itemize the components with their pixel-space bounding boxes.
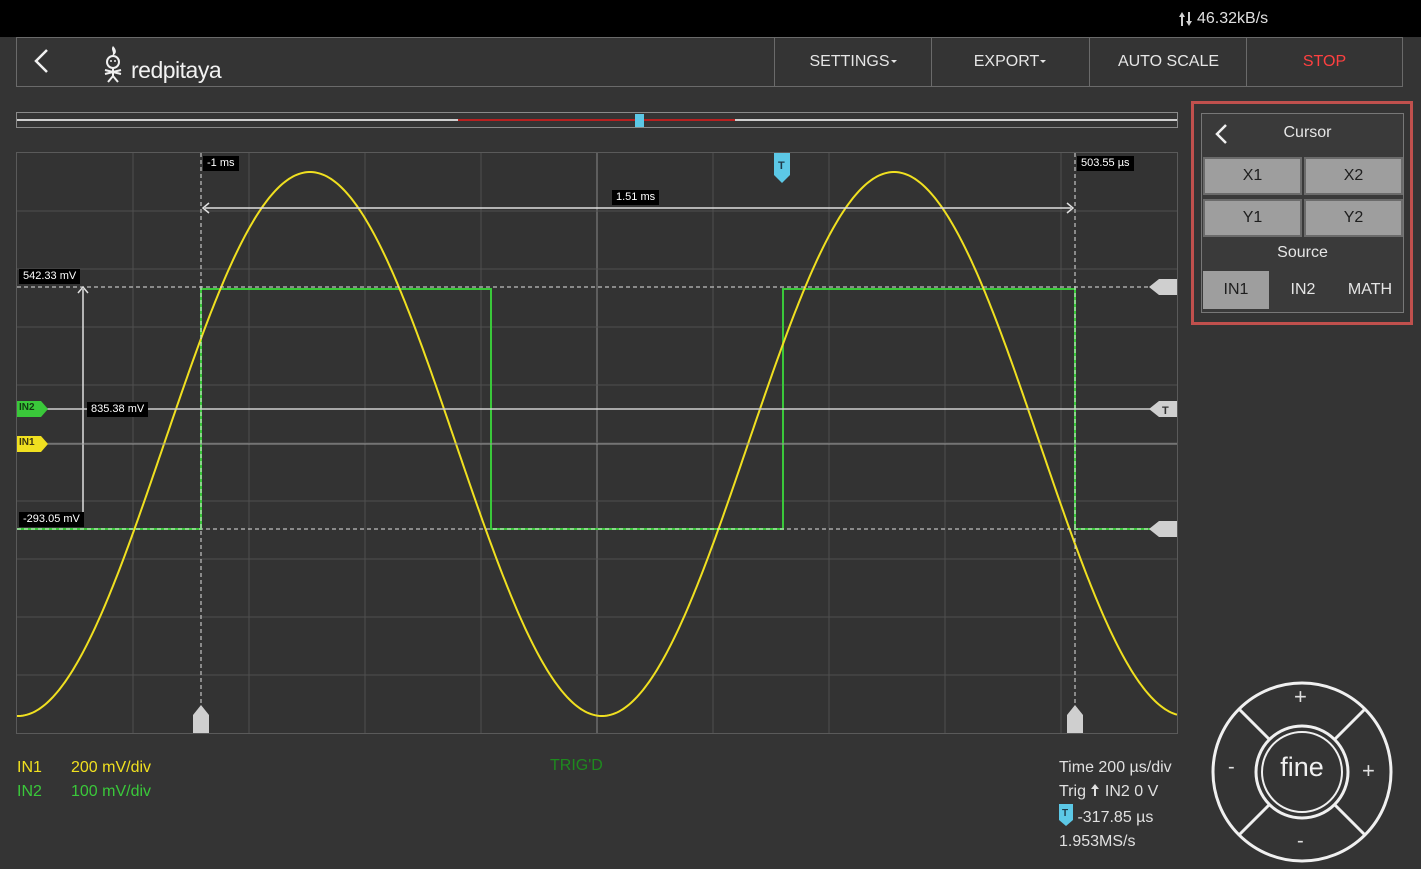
slider-view-window	[458, 119, 735, 121]
cursor-x2-button[interactable]: X2	[1304, 157, 1403, 195]
in1-scale-row[interactable]: IN1 200 mV/div	[17, 756, 151, 780]
dial-up-plus-button[interactable]: +	[1294, 684, 1307, 710]
caret-down-icon	[1040, 60, 1047, 63]
trigger-offset: -317.85 µs	[1077, 809, 1154, 826]
cursor-y2-label: -293.05 mV	[19, 512, 84, 527]
trigger-offset-row[interactable]: T -317.85 µs	[1059, 804, 1172, 830]
panel-back-button[interactable]	[1212, 122, 1232, 146]
cursor-y1-button[interactable]: Y1	[1203, 199, 1302, 237]
plot-canvas: T T	[17, 153, 1177, 733]
svg-text:T: T	[1062, 808, 1068, 819]
trig-label: Trig	[1059, 783, 1086, 800]
trigger-status: TRIG'D	[550, 757, 603, 774]
adjust-dial[interactable]: fine + + - -	[1210, 680, 1394, 864]
plot-grid	[17, 153, 1177, 733]
redpitaya-logo: redpitaya	[97, 44, 222, 84]
source-in1-button[interactable]: IN1	[1203, 271, 1269, 309]
in2-scale: 100 mV/div	[71, 783, 152, 800]
dial-left-minus-button[interactable]: -	[1228, 756, 1235, 779]
export-menu-button[interactable]: EXPORT	[931, 38, 1089, 86]
settings-menu-button[interactable]: SETTINGS	[774, 38, 932, 86]
trig-detail: IN2 0 V	[1104, 783, 1159, 800]
channel-scales: IN1 200 mV/div IN2 100 mV/div	[17, 756, 151, 804]
oscilloscope-plot[interactable]: T T -1 ms 503.55 µs 1.51 ms 542.33 mV -2…	[16, 152, 1178, 734]
source-math-button[interactable]: MATH	[1337, 271, 1403, 309]
cursor-x1-handle-icon	[193, 705, 209, 733]
cursor-title-text: Cursor	[1283, 124, 1332, 141]
acquisition-info: Time 200 µs/div Trig IN2 0 V T -317.85 µ…	[1059, 756, 1172, 854]
slider-thumb[interactable]	[635, 114, 644, 127]
source-title: Source	[1277, 244, 1328, 261]
in1-name: IN1	[17, 759, 42, 776]
dial-right-plus-button[interactable]: +	[1362, 758, 1375, 784]
dial-down-minus-button[interactable]: -	[1297, 830, 1304, 853]
cursor-x1-button[interactable]: X1	[1203, 157, 1302, 195]
transfer-icon	[1179, 12, 1192, 26]
cursor-y1-label: 542.33 mV	[19, 269, 81, 284]
in1-marker-label[interactable]: IN1	[19, 437, 35, 448]
cursor-x1-label: -1 ms	[203, 156, 239, 171]
cursor-x2-label: 503.55 µs	[1077, 156, 1134, 171]
in1-scale: 200 mV/div	[71, 759, 152, 776]
auto-scale-button[interactable]: AUTO SCALE	[1089, 38, 1247, 86]
cursor-panel-body: Cursor X1 X2 Y1 Y2 Source IN1 IN2 MATH	[1201, 113, 1404, 313]
in2-scale-row[interactable]: IN2 100 mV/div	[17, 780, 151, 804]
logo-text: redpitaya	[131, 57, 222, 83]
cursor-x2-handle-icon	[1067, 705, 1083, 733]
buffer-position-slider[interactable]	[16, 112, 1178, 128]
chevron-left-icon	[1215, 124, 1227, 144]
in2-marker-label[interactable]: IN2	[19, 402, 35, 413]
sample-rate: 1.953MS/s	[1059, 833, 1136, 850]
chevron-left-icon	[34, 49, 48, 73]
back-button[interactable]	[27, 46, 57, 78]
export-label: EXPORT	[973, 53, 1040, 70]
redpitaya-mascot-icon	[104, 46, 122, 83]
cursor-panel: Cursor X1 X2 Y1 Y2 Source IN1 IN2 MATH	[1191, 101, 1413, 325]
stop-button[interactable]: STOP	[1246, 38, 1402, 86]
auto-scale-label: AUTO SCALE	[1117, 53, 1220, 70]
caret-down-icon	[890, 60, 897, 63]
trigger-time-marker: T	[778, 160, 785, 172]
stop-label: STOP	[1302, 53, 1347, 70]
cursor-dx-label: 1.51 ms	[612, 190, 660, 205]
time-scale[interactable]: Time 200 µs/div	[1059, 756, 1172, 780]
data-rate-value: 46.32kB/s	[1197, 10, 1269, 27]
cursor-y2-button[interactable]: Y2	[1304, 199, 1403, 237]
cursor-y2-handle-icon	[1149, 521, 1177, 537]
dial-fine-button[interactable]: fine	[1272, 752, 1332, 783]
source-in2-button[interactable]: IN2	[1270, 271, 1336, 309]
status-bar: 46.32kB/s	[0, 0, 1421, 37]
data-rate: 46.32kB/s	[1178, 10, 1268, 28]
rising-edge-icon	[1091, 784, 1100, 796]
trigger-level-marker: T	[1162, 405, 1169, 417]
in2-name: IN2	[17, 783, 42, 800]
trigger-info[interactable]: Trig IN2 0 V	[1059, 780, 1172, 804]
trigger-marker-icon: T	[1059, 804, 1073, 826]
cursor-y1-handle-icon	[1149, 279, 1177, 295]
settings-label: SETTINGS	[809, 53, 890, 70]
cursor-panel-title: Cursor	[1202, 114, 1403, 152]
app-header: redpitaya SETTINGS EXPORT AUTO SCALE STO…	[16, 37, 1403, 87]
cursor-dy-label: 835.38 mV	[87, 402, 149, 417]
